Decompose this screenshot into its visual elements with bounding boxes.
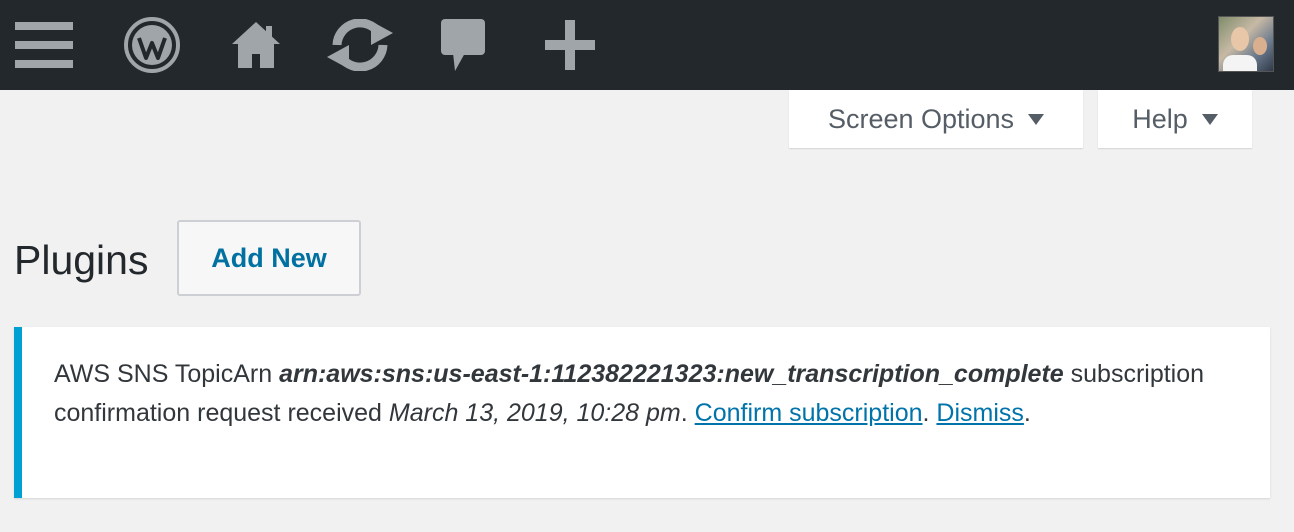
add-new-plugin-button[interactable]: Add New bbox=[177, 220, 361, 296]
wordpress-logo-icon bbox=[123, 16, 181, 74]
site-home-button[interactable] bbox=[228, 10, 284, 80]
notice-prefix: AWS SNS TopicArn bbox=[54, 360, 280, 388]
dropdown-arrow-icon bbox=[1201, 113, 1218, 125]
comments-icon bbox=[439, 17, 487, 73]
notice-message: AWS SNS TopicArn arn:aws:sns:us-east-1:1… bbox=[54, 355, 1244, 433]
topic-arn: arn:aws:sns:us-east-1:112382221323:new_t… bbox=[279, 360, 1064, 388]
notice-end: . bbox=[1023, 399, 1031, 427]
help-label: Help bbox=[1132, 103, 1188, 134]
notice-separator: . bbox=[922, 399, 937, 427]
received-timestamp: March 13, 2019, 10:28 pm bbox=[388, 399, 681, 427]
screen-options-label: Screen Options bbox=[827, 103, 1015, 134]
help-button[interactable]: Help bbox=[1098, 90, 1252, 148]
notice-separator: . bbox=[680, 399, 695, 427]
menu-icon bbox=[15, 20, 73, 70]
comments-button[interactable] bbox=[438, 10, 488, 80]
updates-button[interactable] bbox=[322, 10, 398, 80]
sns-subscription-notice: AWS SNS TopicArn arn:aws:sns:us-east-1:1… bbox=[14, 327, 1270, 498]
home-icon bbox=[230, 20, 282, 70]
add-new-icon bbox=[543, 18, 597, 72]
dismiss-link[interactable]: Dismiss bbox=[936, 399, 1024, 427]
admin-bar bbox=[0, 0, 1294, 90]
screen-options-button[interactable]: Screen Options bbox=[789, 90, 1083, 148]
updates-icon bbox=[323, 19, 397, 71]
wordpress-menu-button[interactable] bbox=[122, 10, 182, 80]
confirm-subscription-link[interactable]: Confirm subscription bbox=[695, 399, 923, 427]
page-title: Plugins bbox=[14, 237, 149, 283]
new-content-button[interactable] bbox=[542, 10, 598, 80]
dropdown-arrow-icon bbox=[1028, 113, 1045, 125]
menu-toggle-button[interactable] bbox=[14, 10, 74, 80]
user-avatar[interactable] bbox=[1218, 16, 1274, 72]
